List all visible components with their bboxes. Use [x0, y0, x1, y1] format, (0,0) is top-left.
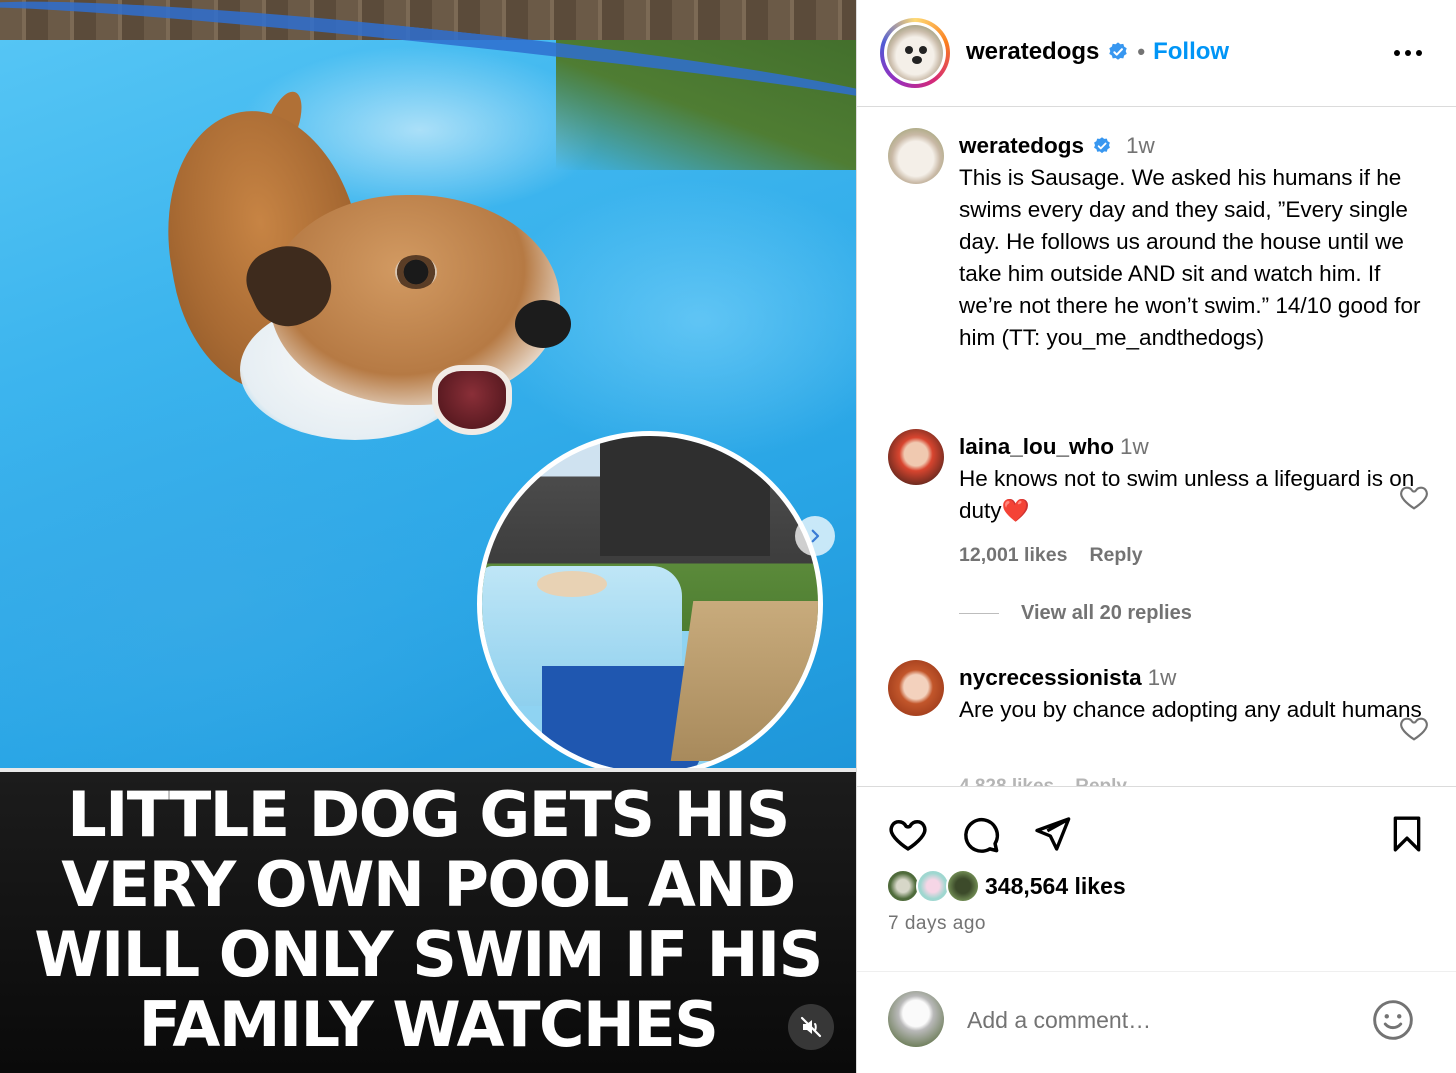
post-date: 7 days ago	[888, 913, 986, 934]
save-button[interactable]	[1384, 811, 1430, 857]
comment-likes[interactable]: 12,001 likes	[959, 539, 1067, 571]
comment-username[interactable]: nycrecessionista	[959, 665, 1142, 690]
avatar	[946, 869, 980, 903]
avatar[interactable]	[888, 128, 944, 184]
more-options-button[interactable]	[1391, 36, 1425, 70]
header-username[interactable]: weratedogs	[966, 38, 1099, 66]
next-media-button[interactable]	[795, 516, 835, 556]
chevron-right-icon	[811, 529, 820, 543]
emoji-icon[interactable]	[1371, 998, 1415, 1042]
comment-composer	[857, 971, 1456, 1073]
likes-count[interactable]: 348,564 likes	[985, 873, 1126, 900]
view-replies-label: View all 20 replies	[1021, 602, 1192, 624]
post-actions: 348,564 likes 7 days ago	[857, 786, 1456, 971]
comment-time: 1w	[1120, 434, 1149, 459]
share-button[interactable]	[1029, 811, 1075, 857]
comment-meta-cutoff: 4,828 likes Reply	[959, 776, 1259, 786]
post-header: weratedogs • Follow	[857, 0, 1456, 107]
avatar	[887, 25, 943, 81]
comment-text: He knows not to swim unless a lifeguard …	[959, 466, 1415, 523]
verified-badge-icon	[1094, 137, 1110, 154]
dog-nose	[515, 300, 571, 348]
caption-text: This is Sausage. We asked his humans if …	[959, 165, 1421, 350]
comment-icon	[964, 817, 1000, 853]
heart-icon	[889, 819, 927, 851]
bookmark-icon	[1393, 816, 1421, 852]
replies-divider	[959, 613, 999, 614]
share-icon	[1035, 817, 1071, 851]
dog-mouth	[432, 365, 512, 435]
avatar[interactable]	[888, 429, 944, 485]
comment-input[interactable]	[967, 1000, 1347, 1040]
caption-username[interactable]: weratedogs	[959, 130, 1084, 162]
comments-list[interactable]: weratedogs 1w This is Sausage. We asked …	[857, 108, 1456, 786]
avatar	[916, 869, 950, 903]
dog-eye	[395, 255, 437, 289]
comment-button[interactable]	[957, 811, 1003, 857]
heart-icon[interactable]	[1398, 712, 1430, 744]
comment-likes[interactable]: 4,828 likes	[959, 776, 1054, 786]
inset-shed	[600, 436, 770, 556]
follow-button[interactable]: Follow	[1153, 38, 1229, 66]
avatar[interactable]	[888, 660, 944, 716]
mute-toggle-button[interactable]	[788, 1004, 834, 1050]
caption-time: 1w	[1126, 133, 1155, 158]
comment-text: Are you by chance adopting any adult hum…	[959, 697, 1422, 722]
header-user: weratedogs • Follow	[966, 38, 1229, 66]
separator-dot: •	[1137, 39, 1146, 64]
story-ring[interactable]	[880, 18, 950, 88]
post-media[interactable]: LITTLE DOG GETS HIS VERY OWN POOL AND WI…	[0, 0, 856, 1073]
muted-speaker-icon	[800, 1016, 822, 1038]
like-button[interactable]	[885, 811, 931, 857]
inset-deck	[670, 601, 818, 761]
comment-time: 1w	[1147, 665, 1177, 690]
comment-username[interactable]: laina_lou_who	[959, 434, 1114, 459]
reply-button[interactable]: Reply	[1075, 776, 1127, 786]
verified-badge-icon	[1109, 42, 1128, 60]
more-options-icon	[1394, 50, 1422, 56]
heart-icon[interactable]	[1398, 481, 1430, 513]
inset-dog	[537, 571, 607, 597]
post-side-panel: weratedogs • Follow weratedogs 1w This i…	[856, 0, 1456, 1073]
view-replies-button[interactable]: View all 20 replies	[959, 602, 1192, 625]
avatar	[886, 869, 920, 903]
reply-button[interactable]: Reply	[1089, 539, 1142, 571]
inset-video-circle	[477, 431, 823, 777]
avatar	[888, 991, 944, 1047]
liked-by-avatars[interactable]	[886, 869, 986, 905]
video-overlay-title: LITTLE DOG GETS HIS VERY OWN POOL AND WI…	[34, 778, 823, 1061]
